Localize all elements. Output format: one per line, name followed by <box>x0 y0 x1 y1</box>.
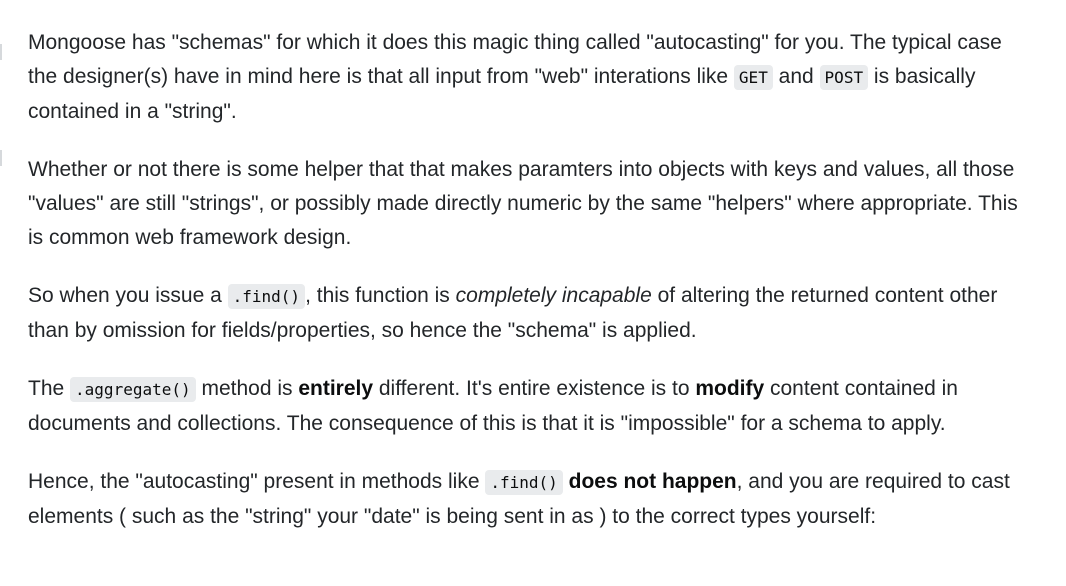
text-run: and <box>772 65 820 88</box>
text-run: , this function is <box>305 284 456 307</box>
bold-text: entirely <box>298 377 374 400</box>
paragraph: Mongoose has "schemas" for which it does… <box>28 26 1028 129</box>
text-run: different. It's entire existence is to <box>373 377 696 400</box>
answer-body: Mongoose has "schemas" for which it does… <box>28 26 1028 558</box>
emphasis-text: completely incapable <box>455 284 652 307</box>
left-edge-marker <box>0 44 2 60</box>
inline-code: POST <box>819 65 869 90</box>
paragraph: So when you issue a .find(), this functi… <box>28 279 1028 348</box>
bold-text: does not happen <box>568 470 737 493</box>
paragraph: Hence, the "autocasting" present in meth… <box>28 465 1028 534</box>
inline-code: .find() <box>485 470 563 495</box>
inline-code: .aggregate() <box>70 377 196 402</box>
text-run: Whether or not there is some helper that… <box>28 158 1018 249</box>
paragraph: The .aggregate() method is entirely diff… <box>28 372 1028 441</box>
left-edge-marker <box>0 150 2 166</box>
text-run: So when you issue a <box>28 284 228 307</box>
text-run: The <box>28 377 71 400</box>
inline-code: GET <box>733 65 773 90</box>
paragraph: Whether or not there is some helper that… <box>28 153 1028 255</box>
bold-text: modify <box>695 377 765 400</box>
text-run: Hence, the "autocasting" present in meth… <box>28 470 486 493</box>
inline-code: .find() <box>227 284 306 309</box>
text-run: method is <box>195 377 299 400</box>
